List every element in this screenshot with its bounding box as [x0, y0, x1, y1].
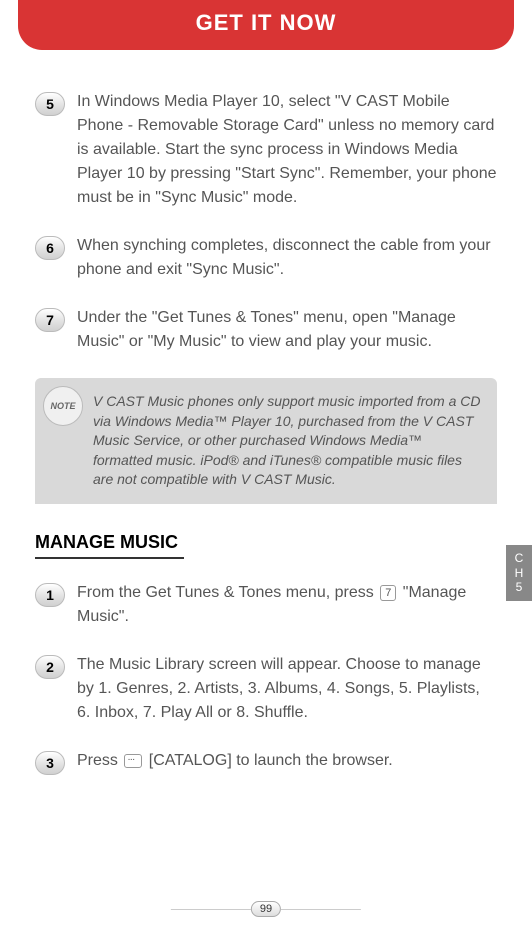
- side-tab-line: C: [515, 551, 524, 565]
- step-text: From the Get Tunes & Tones menu, press 7…: [77, 581, 497, 629]
- step-number-badge: 5: [35, 92, 65, 116]
- note-block: NOTE V CAST Music phones only support mu…: [35, 378, 497, 504]
- step-text: In Windows Media Player 10, select "V CA…: [77, 90, 497, 210]
- step-number-badge: 6: [35, 236, 65, 260]
- key-7-icon: 7: [380, 585, 396, 601]
- step-text-part: From the Get Tunes & Tones menu, press: [77, 584, 378, 601]
- footer-line-right: [281, 909, 361, 910]
- page-number: 99: [251, 901, 281, 917]
- step-item: 1 From the Get Tunes & Tones menu, press…: [35, 581, 497, 629]
- section-title: MANAGE MUSIC: [35, 532, 184, 559]
- step-item: 2 The Music Library screen will appear. …: [35, 653, 497, 725]
- step-number-badge: 3: [35, 751, 65, 775]
- step-number-badge: 7: [35, 308, 65, 332]
- footer-line-left: [171, 909, 251, 910]
- step-text-part: Press: [77, 752, 122, 769]
- side-tab-line: 5: [516, 580, 523, 594]
- step-item: 3 Press [CATALOG] to launch the browser.: [35, 749, 497, 775]
- step-text: When synching completes, disconnect the …: [77, 234, 497, 282]
- section-heading-wrap: MANAGE MUSIC: [35, 532, 497, 581]
- chapter-side-tab: C H 5: [506, 545, 532, 601]
- step-item: 7 Under the "Get Tunes & Tones" menu, op…: [35, 306, 497, 354]
- step-item: 6 When synching completes, disconnect th…: [35, 234, 497, 282]
- note-text: V CAST Music phones only support music i…: [93, 393, 480, 487]
- step-item: 5 In Windows Media Player 10, select "V …: [35, 90, 497, 210]
- page-footer: 99: [171, 901, 361, 917]
- page-content: 5 In Windows Media Player 10, select "V …: [0, 50, 532, 775]
- step-text: Press [CATALOG] to launch the browser.: [77, 749, 497, 773]
- step-number-badge: 2: [35, 655, 65, 679]
- step-text: Under the "Get Tunes & Tones" menu, open…: [77, 306, 497, 354]
- page-header-banner: GET IT NOW: [18, 0, 514, 50]
- page-title: GET IT NOW: [196, 10, 337, 35]
- side-tab-line: H: [515, 566, 524, 580]
- step-text: The Music Library screen will appear. Ch…: [77, 653, 497, 725]
- step-text-part: [CATALOG] to launch the browser.: [144, 752, 392, 769]
- step-number-badge: 1: [35, 583, 65, 607]
- soft-key-icon: [124, 754, 142, 768]
- note-icon: NOTE: [43, 386, 83, 426]
